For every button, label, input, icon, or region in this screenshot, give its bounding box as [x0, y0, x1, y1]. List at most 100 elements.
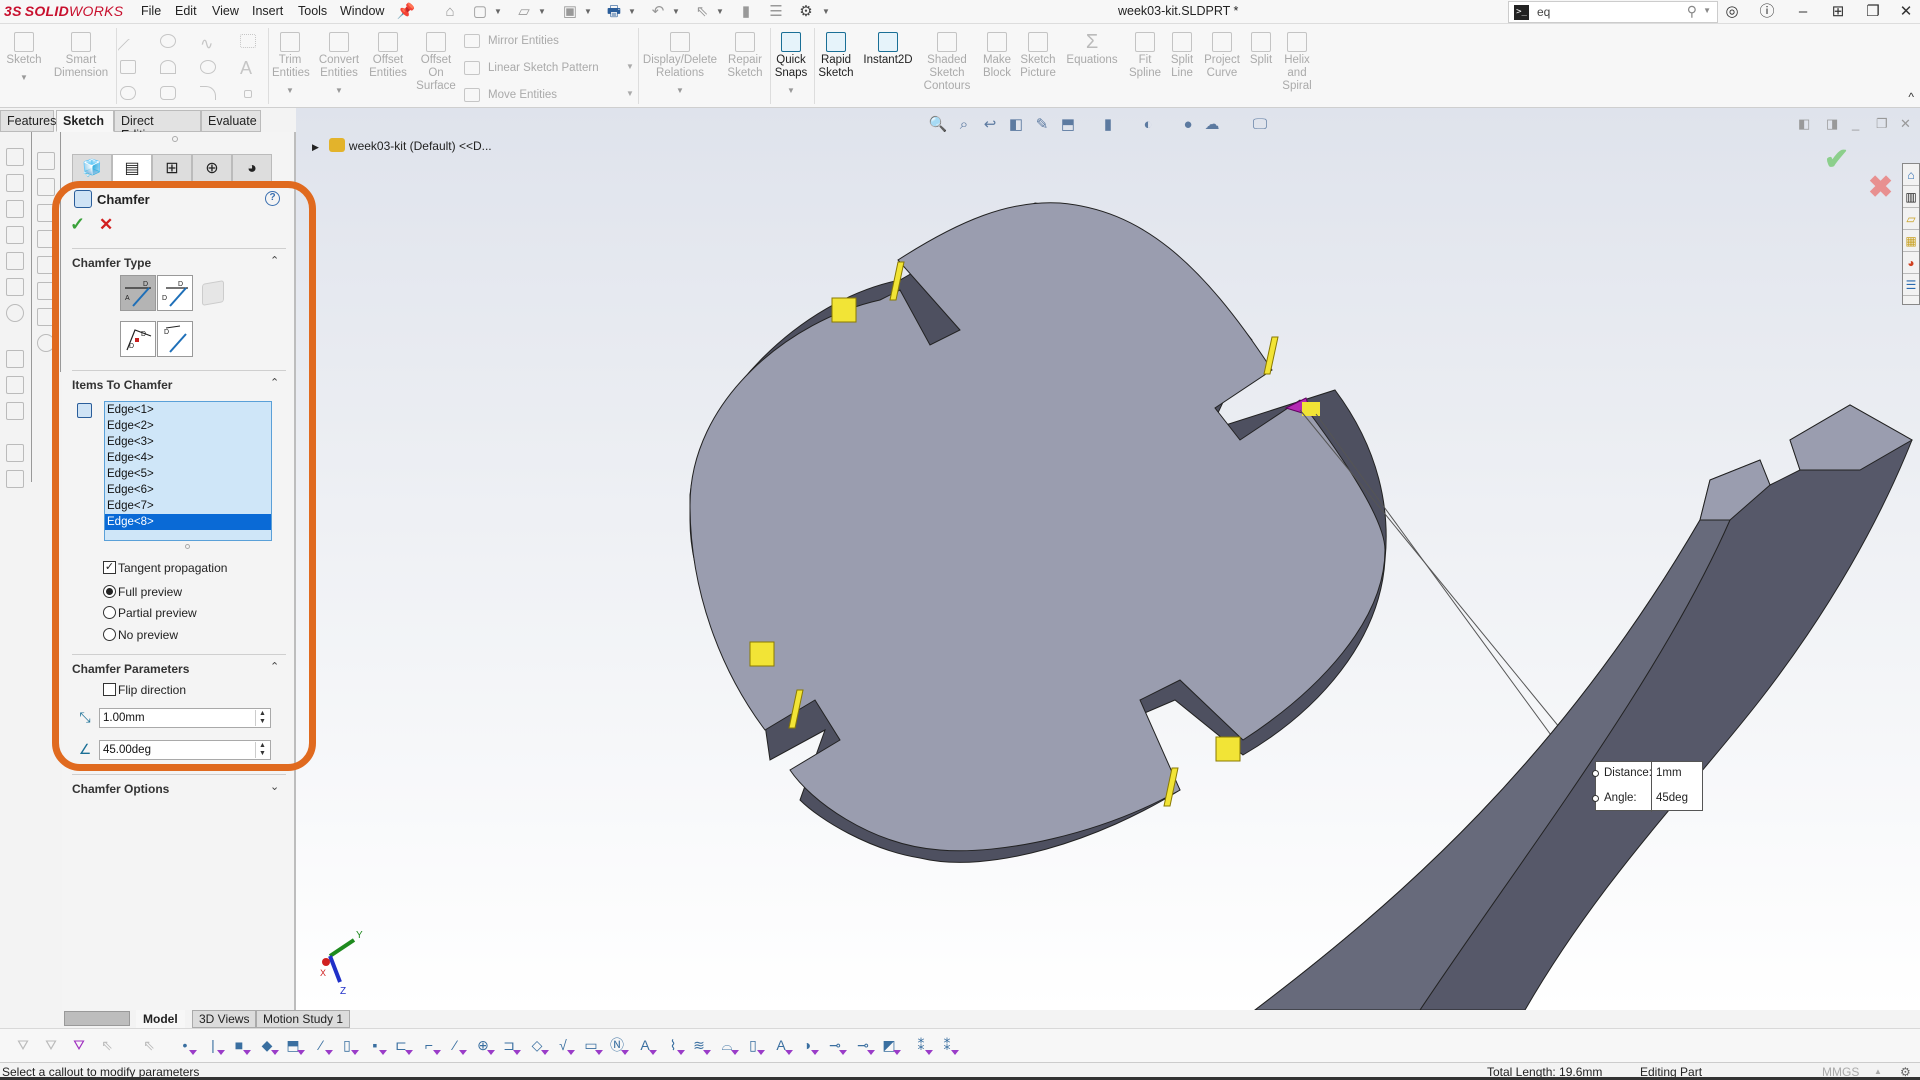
- move-icon[interactable]: [6, 402, 24, 420]
- list-item-selected[interactable]: Edge<8>: [105, 514, 271, 530]
- filter-mesh-icon[interactable]: ◩: [880, 1036, 901, 1055]
- help-icon[interactable]: ?: [265, 191, 280, 206]
- list-item[interactable]: Edge<4>: [105, 450, 271, 466]
- view-box-icon[interactable]: [6, 252, 24, 270]
- collapse-chevron-icon[interactable]: ⌃: [270, 660, 279, 673]
- filter-connection-points-icon[interactable]: A: [772, 1036, 793, 1055]
- filter-midpoints-icon[interactable]: ⌐: [420, 1036, 441, 1055]
- view-box-icon[interactable]: [6, 148, 24, 166]
- zoom-to-area-icon[interactable]: ⌕: [954, 115, 974, 135]
- layer-icon[interactable]: [6, 444, 24, 462]
- tool-mirror-entities[interactable]: Mirror Entities: [488, 35, 559, 47]
- cancel-button[interactable]: ✕: [99, 215, 113, 235]
- view-palette-icon[interactable]: ▦: [1903, 230, 1919, 252]
- feature-tree-flyout[interactable]: ▶ week03-kit (Default) <<D...: [312, 138, 492, 153]
- menu-window[interactable]: Window: [340, 4, 384, 18]
- display-manager-tab[interactable]: ◕: [232, 154, 272, 184]
- section-items-to-chamfer[interactable]: Items To Chamfer: [72, 378, 172, 392]
- tool-repair-sketch[interactable]: Repair Sketch: [724, 32, 766, 80]
- tab-scroll-buttons[interactable]: [64, 1011, 130, 1026]
- pin-icon[interactable]: 📌: [396, 2, 416, 22]
- confirmation-cancel-icon[interactable]: ✖: [1868, 170, 1893, 205]
- hide-show-icon[interactable]: ◐: [1138, 115, 1158, 135]
- filter-icon[interactable]: ⛛: [14, 1036, 32, 1054]
- chamfer-type-angle-distance[interactable]: DA: [120, 275, 156, 311]
- panel-grip[interactable]: [172, 136, 178, 142]
- filter-vertices-icon[interactable]: •: [176, 1036, 197, 1055]
- list-item[interactable]: Edge<2>: [105, 418, 271, 434]
- tab-features[interactable]: Features: [0, 110, 56, 132]
- filter-mesh-vertices-icon[interactable]: ⁑: [938, 1036, 959, 1055]
- filter-sketch-points-icon[interactable]: ▪: [366, 1036, 387, 1055]
- display-style-icon[interactable]: ▮: [1098, 115, 1118, 135]
- fillet-icon[interactable]: [200, 86, 216, 100]
- list-item[interactable]: Edge<1>: [105, 402, 271, 418]
- home-icon[interactable]: ⌂: [1903, 164, 1919, 186]
- pattern-dropdown-icon[interactable]: ▼: [626, 62, 634, 71]
- new-dropdown-icon[interactable]: ▼: [494, 2, 502, 22]
- filter-solid-bodies-icon[interactable]: ⬒: [284, 1036, 305, 1055]
- collapse-chevron-icon[interactable]: ⌃: [270, 376, 279, 389]
- section-chamfer-options[interactable]: Chamfer Options: [72, 782, 169, 796]
- tool-make-block[interactable]: Make Block: [980, 32, 1014, 80]
- tile-right-icon[interactable]: ◨: [1826, 116, 1838, 132]
- filter-mesh-facets-icon[interactable]: ⁑: [912, 1036, 933, 1055]
- user-account-icon[interactable]: ◎: [1719, 1, 1745, 23]
- filter-toggle-icon[interactable]: ⛛: [70, 1036, 88, 1054]
- view-box-icon[interactable]: [6, 174, 24, 192]
- list-item[interactable]: Edge<7>: [105, 498, 271, 514]
- select-tool-icon[interactable]: [6, 350, 24, 368]
- full-preview-radio[interactable]: [103, 585, 116, 598]
- help-icon[interactable]: ⓘ: [1754, 1, 1780, 23]
- filter-sketch-segments-icon[interactable]: ⊏: [392, 1036, 413, 1055]
- select-icon[interactable]: ⇖: [692, 2, 712, 22]
- undo-dropdown-icon[interactable]: ▼: [672, 2, 680, 22]
- graphics-area[interactable]: ▶ week03-kit (Default) <<D... 🔍 ⌕ ↩ ◧ ✎ ⬒…: [296, 108, 1920, 1010]
- search-icon[interactable]: ⚲: [1687, 3, 1697, 20]
- list-item[interactable]: Edge<5>: [105, 466, 271, 482]
- filter-surface-finish-icon[interactable]: ◇: [528, 1036, 549, 1055]
- select-dropdown-icon[interactable]: ▼: [716, 2, 724, 22]
- close-button[interactable]: ✕: [1893, 1, 1919, 23]
- search-input[interactable]: eq: [1537, 5, 1550, 19]
- list-resize-grip[interactable]: [185, 544, 190, 549]
- note-icon[interactable]: [37, 152, 55, 170]
- note-icon[interactable]: [37, 256, 55, 274]
- tool-rapid-sketch[interactable]: Rapid Sketch: [816, 32, 856, 80]
- tile-left-icon[interactable]: ◧: [1798, 116, 1810, 132]
- filter-cosmetic-threads-icon[interactable]: ≋: [690, 1036, 711, 1055]
- filter-datum-targets-icon[interactable]: ⌇: [664, 1036, 685, 1055]
- tool-instant2d[interactable]: Instant2D: [860, 32, 916, 67]
- print-icon[interactable]: 🖶: [604, 2, 624, 22]
- tab-3d-views[interactable]: 3D Views: [192, 1010, 257, 1028]
- flip-direction-checkbox[interactable]: [103, 683, 116, 696]
- note-icon[interactable]: [37, 204, 55, 222]
- tool-sketch-picture[interactable]: Sketch Picture: [1018, 32, 1058, 80]
- tool-shaded-sketch-contours[interactable]: Shaded Sketch Contours: [922, 32, 972, 93]
- note-icon[interactable]: [37, 178, 55, 196]
- note-icon[interactable]: [37, 230, 55, 248]
- filter-centermarks-icon[interactable]: ⁄: [446, 1036, 467, 1055]
- menu-edit[interactable]: Edit: [175, 4, 197, 18]
- save-icon[interactable]: ▣: [560, 2, 580, 22]
- tool-smart-dimension[interactable]: Smart Dimension: [50, 32, 112, 80]
- solidworks-logo[interactable]: 3S SOLIDWORKS: [4, 3, 123, 19]
- open-dropdown-icon[interactable]: ▼: [538, 2, 546, 22]
- note-icon[interactable]: [37, 308, 55, 326]
- filter-surface-bodies-icon[interactable]: ◆: [258, 1036, 279, 1055]
- tool-linear-sketch-pattern[interactable]: Linear Sketch Pattern: [488, 62, 599, 74]
- rectangle-icon[interactable]: [120, 60, 136, 74]
- filter-notes-icon[interactable]: ▭: [582, 1036, 603, 1055]
- print-dropdown-icon[interactable]: ▼: [628, 2, 636, 22]
- tool-quick-snaps[interactable]: Quick Snaps ▼: [772, 32, 810, 97]
- select-all-icon[interactable]: ⇖: [140, 1036, 158, 1054]
- filter-mid-points-icon[interactable]: ⊸: [826, 1036, 847, 1055]
- menu-tools[interactable]: Tools: [298, 4, 327, 18]
- view-box-icon[interactable]: [6, 278, 24, 296]
- callout-angle-row[interactable]: Angle: 45deg: [1592, 787, 1704, 812]
- minimize-button[interactable]: –: [1790, 1, 1816, 23]
- arc-icon[interactable]: [160, 60, 176, 74]
- no-preview-radio[interactable]: [103, 628, 116, 641]
- tab-evaluate[interactable]: Evaluate: [201, 110, 261, 132]
- unit-system-dropdown[interactable]: ▲: [1874, 1067, 1882, 1076]
